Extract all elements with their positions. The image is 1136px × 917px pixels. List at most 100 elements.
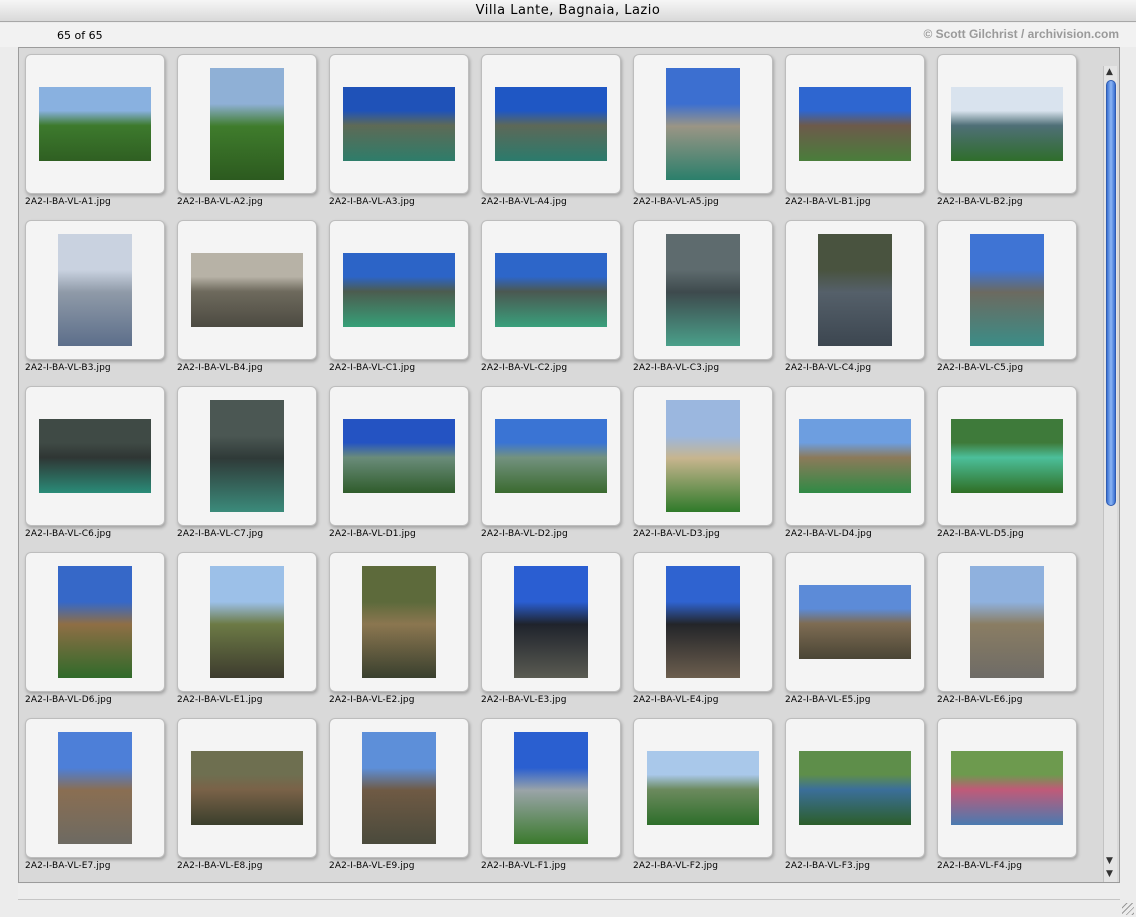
triangle-down-icon[interactable]: ▼ xyxy=(1106,857,1113,866)
thumbnail-item[interactable]: 2A2-I-BA-VL-E9.jpg xyxy=(323,712,469,878)
thumbnail-frame[interactable] xyxy=(177,718,317,858)
thumbnail-item[interactable]: 2A2-I-BA-VL-D1.jpg xyxy=(323,380,469,546)
thumbnail-item[interactable]: 2A2-I-BA-VL-D4.jpg xyxy=(779,380,925,546)
scroll-thumb[interactable] xyxy=(1106,80,1116,506)
thumbnail-item[interactable]: 2A2-I-BA-VL-C5.jpg xyxy=(931,214,1077,380)
thumbnail-image[interactable] xyxy=(343,419,455,493)
thumbnail-image[interactable] xyxy=(647,751,759,825)
thumbnail-item[interactable]: 2A2-I-BA-VL-F2.jpg xyxy=(627,712,773,878)
thumbnail-item[interactable]: 2A2-I-BA-VL-B3.jpg xyxy=(19,214,165,380)
thumbnail-item[interactable]: 2A2-I-BA-VL-C4.jpg xyxy=(779,214,925,380)
thumbnail-image[interactable] xyxy=(970,566,1044,678)
thumbnail-item[interactable]: 2A2-I-BA-VL-B4.jpg xyxy=(171,214,317,380)
thumbnail-item[interactable]: 2A2-I-BA-VL-C2.jpg xyxy=(475,214,621,380)
thumbnail-image[interactable] xyxy=(514,732,588,844)
thumbnail-image[interactable] xyxy=(799,419,911,493)
thumbnail-item[interactable]: 2A2-I-BA-VL-C3.jpg xyxy=(627,214,773,380)
thumbnail-item[interactable]: 2A2-I-BA-VL-C1.jpg xyxy=(323,214,469,380)
resize-grip-icon[interactable] xyxy=(1122,903,1134,915)
thumbnail-image[interactable] xyxy=(514,566,588,678)
thumbnail-frame[interactable] xyxy=(937,386,1077,526)
thumbnail-item[interactable]: 2A2-I-BA-VL-A4.jpg xyxy=(475,48,621,214)
thumbnail-frame[interactable] xyxy=(481,386,621,526)
thumbnail-frame[interactable] xyxy=(937,552,1077,692)
thumbnail-image[interactable] xyxy=(951,87,1063,161)
thumbnail-frame[interactable] xyxy=(785,552,925,692)
thumbnail-frame[interactable] xyxy=(329,386,469,526)
thumbnail-item[interactable]: 2A2-I-BA-VL-C6.jpg xyxy=(19,380,165,546)
thumbnail-image[interactable] xyxy=(191,751,303,825)
thumbnail-item[interactable]: 2A2-I-BA-VL-D3.jpg xyxy=(627,380,773,546)
thumbnail-frame[interactable] xyxy=(25,718,165,858)
thumbnail-image[interactable] xyxy=(210,566,284,678)
thumbnail-image[interactable] xyxy=(191,253,303,327)
thumbnail-frame[interactable] xyxy=(177,386,317,526)
triangle-down-icon[interactable]: ▼ xyxy=(1106,870,1113,879)
thumbnail-item[interactable]: 2A2-I-BA-VL-B2.jpg xyxy=(931,48,1077,214)
thumbnail-frame[interactable] xyxy=(25,552,165,692)
thumbnail-item[interactable]: 2A2-I-BA-VL-A5.jpg xyxy=(627,48,773,214)
thumbnail-frame[interactable] xyxy=(937,220,1077,360)
thumbnail-frame[interactable] xyxy=(785,54,925,194)
thumbnail-image[interactable] xyxy=(666,234,740,346)
thumbnail-item[interactable]: 2A2-I-BA-VL-E6.jpg xyxy=(931,546,1077,712)
vertical-scrollbar[interactable]: ▲ ▼ ▼ xyxy=(1103,66,1117,882)
thumbnail-frame[interactable] xyxy=(25,54,165,194)
thumbnail-frame[interactable] xyxy=(633,54,773,194)
thumbnail-item[interactable]: 2A2-I-BA-VL-E1.jpg xyxy=(171,546,317,712)
thumbnail-frame[interactable] xyxy=(329,54,469,194)
thumbnail-item[interactable]: 2A2-I-BA-VL-D2.jpg xyxy=(475,380,621,546)
thumbnail-image[interactable] xyxy=(210,68,284,180)
thumbnail-frame[interactable] xyxy=(633,718,773,858)
thumbnail-image[interactable] xyxy=(970,234,1044,346)
thumbnail-item[interactable]: 2A2-I-BA-VL-F4.jpg xyxy=(931,712,1077,878)
thumbnail-item[interactable]: 2A2-I-BA-VL-E4.jpg xyxy=(627,546,773,712)
thumbnail-frame[interactable] xyxy=(329,552,469,692)
thumbnail-frame[interactable] xyxy=(633,220,773,360)
thumbnail-frame[interactable] xyxy=(329,220,469,360)
thumbnail-item[interactable]: 2A2-I-BA-VL-A1.jpg xyxy=(19,48,165,214)
thumbnail-item[interactable]: 2A2-I-BA-VL-A3.jpg xyxy=(323,48,469,214)
thumbnail-frame[interactable] xyxy=(329,718,469,858)
thumbnail-item[interactable]: 2A2-I-BA-VL-E5.jpg xyxy=(779,546,925,712)
thumbnail-frame[interactable] xyxy=(177,220,317,360)
thumbnail-image[interactable] xyxy=(495,87,607,161)
thumbnail-frame[interactable] xyxy=(25,220,165,360)
thumbnail-image[interactable] xyxy=(39,87,151,161)
thumbnail-item[interactable]: 2A2-I-BA-VL-D5.jpg xyxy=(931,380,1077,546)
thumbnail-frame[interactable] xyxy=(633,386,773,526)
thumbnail-item[interactable]: 2A2-I-BA-VL-E7.jpg xyxy=(19,712,165,878)
thumbnail-frame[interactable] xyxy=(937,718,1077,858)
thumbnail-item[interactable]: 2A2-I-BA-VL-E8.jpg xyxy=(171,712,317,878)
thumbnail-image[interactable] xyxy=(495,253,607,327)
thumbnail-image[interactable] xyxy=(39,419,151,493)
thumbnail-image[interactable] xyxy=(210,400,284,512)
thumbnail-frame[interactable] xyxy=(785,220,925,360)
thumbnail-image[interactable] xyxy=(799,585,911,659)
thumbnail-item[interactable]: 2A2-I-BA-VL-E2.jpg xyxy=(323,546,469,712)
thumbnail-image[interactable] xyxy=(799,87,911,161)
thumbnail-item[interactable]: 2A2-I-BA-VL-F1.jpg xyxy=(475,712,621,878)
thumbnail-image[interactable] xyxy=(362,566,436,678)
thumbnail-frame[interactable] xyxy=(481,552,621,692)
thumbnail-item[interactable]: 2A2-I-BA-VL-A2.jpg xyxy=(171,48,317,214)
thumbnail-image[interactable] xyxy=(495,419,607,493)
thumbnail-image[interactable] xyxy=(666,400,740,512)
thumbnail-frame[interactable] xyxy=(785,386,925,526)
triangle-up-icon[interactable]: ▲ xyxy=(1106,68,1113,77)
thumbnail-frame[interactable] xyxy=(481,718,621,858)
thumbnail-image[interactable] xyxy=(666,566,740,678)
thumbnail-frame[interactable] xyxy=(25,386,165,526)
thumbnail-image[interactable] xyxy=(799,751,911,825)
thumbnail-item[interactable]: 2A2-I-BA-VL-D6.jpg xyxy=(19,546,165,712)
thumbnail-frame[interactable] xyxy=(177,54,317,194)
thumbnail-frame[interactable] xyxy=(633,552,773,692)
thumbnail-image[interactable] xyxy=(951,751,1063,825)
thumbnail-item[interactable]: 2A2-I-BA-VL-F3.jpg xyxy=(779,712,925,878)
thumbnail-image[interactable] xyxy=(343,253,455,327)
thumbnail-item[interactable]: 2A2-I-BA-VL-B1.jpg xyxy=(779,48,925,214)
thumbnail-frame[interactable] xyxy=(785,718,925,858)
thumbnail-image[interactable] xyxy=(951,419,1063,493)
thumbnail-image[interactable] xyxy=(58,566,132,678)
thumbnail-frame[interactable] xyxy=(481,54,621,194)
